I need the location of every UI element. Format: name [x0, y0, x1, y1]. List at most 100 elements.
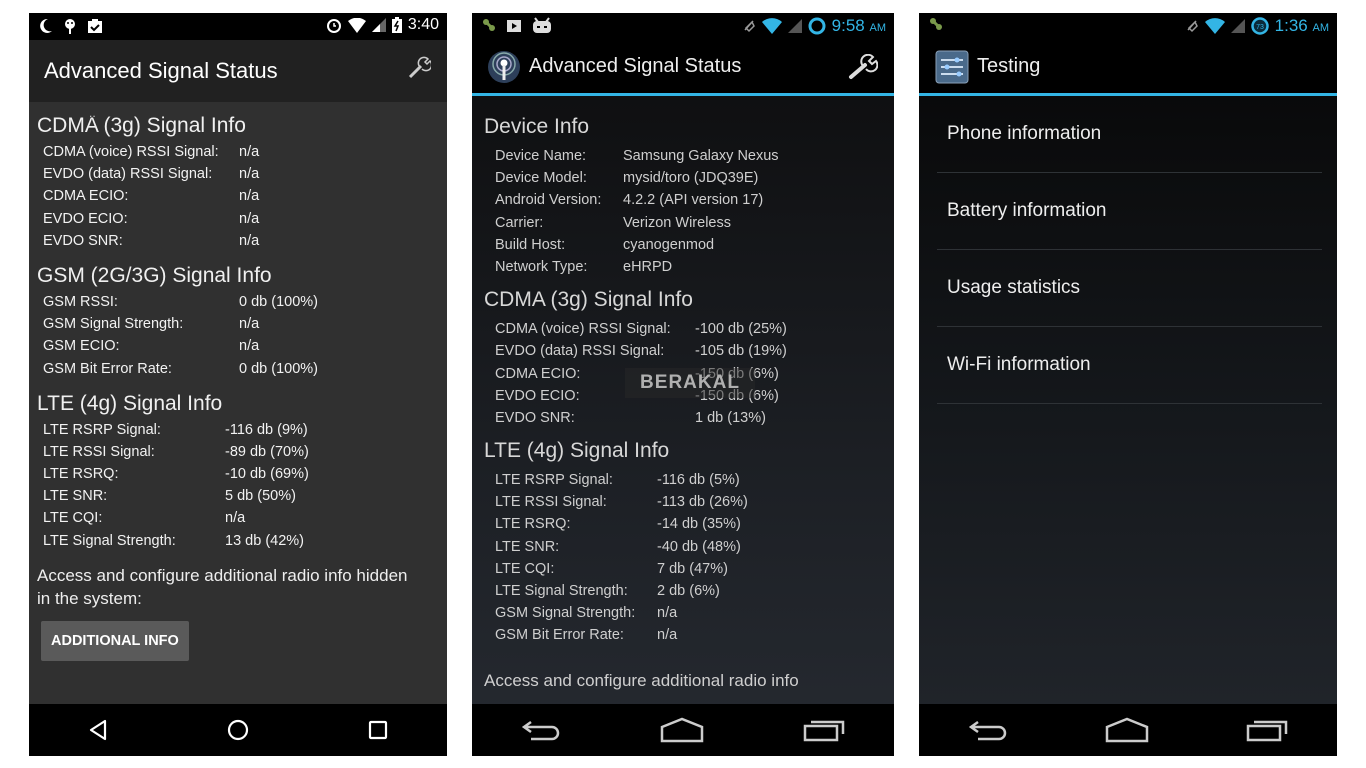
row-label: LTE CQI: [43, 510, 103, 527]
info-row: Network Type: eHRPD [484, 256, 894, 278]
alarm-icon [326, 19, 341, 33]
signal-content: Device Info Device Name: Samsung Galaxy N… [472, 105, 894, 692]
row-label: Device Name: [495, 148, 587, 164]
menu-item-phone-information[interactable]: Phone information [937, 96, 1322, 173]
row-label: EVDO (data) RSSI Signal: [495, 343, 665, 360]
row-value: -40 db (48%) [657, 538, 741, 555]
info-row: LTE RSRP Signal: -116 db (5%) [484, 469, 894, 491]
action-bar: Testing [919, 40, 1337, 96]
row-value: -89 db (70%) [225, 443, 309, 460]
info-row: Device Model: mysid/toro (JDQ39E) [484, 167, 894, 189]
row-value: -116 db (9%) [225, 421, 308, 438]
info-row: GSM Bit Error Rate: 0 db (100%) [37, 358, 447, 380]
mute-icon [1187, 20, 1198, 33]
row-value: n/a [239, 166, 260, 183]
signal-content: CDMA (3g) Signal Info CDMA (voice) RSSI … [29, 102, 447, 661]
status-bar: 9:58 AM [472, 13, 894, 40]
row-label: GSM Signal Strength: [43, 316, 184, 333]
section-gsm: GSM (2G/3G) Signal Info GSM RSSI: 0 db (1… [37, 264, 447, 380]
phone-screen-holo: 9:58 AM Advanced Signal Status Device In… [472, 13, 894, 756]
app-title: Advanced Signal Status [529, 55, 742, 77]
additional-info-button[interactable]: ADDITIONAL INFO [41, 620, 189, 661]
section-title: Device Info [484, 115, 590, 138]
cell-signal-icon [1230, 19, 1245, 33]
row-label: Android Version: [495, 192, 602, 209]
row-label: CDMA (voice) RSSI Signal: [495, 321, 671, 338]
row-label: LTE Signal Strength: [43, 532, 176, 549]
row-value: -10 db (69%) [225, 466, 309, 483]
row-value: 7 db (47%) [657, 560, 728, 577]
status-bar: 73 1:36 AM [919, 13, 1337, 40]
menu-item-usage-statistics[interactable]: Usage statistics [937, 250, 1322, 327]
row-value: -100 db (25%) [695, 321, 787, 338]
moon-icon [40, 18, 52, 33]
battery-charging-icon [391, 17, 402, 33]
clock-ampm: AM [1312, 22, 1330, 34]
row-value: n/a [239, 232, 260, 249]
row-label: LTE RSRP Signal: [495, 472, 613, 489]
back-arrow-icon[interactable] [968, 718, 1008, 742]
row-label: GSM ECIO: [43, 338, 120, 355]
signal-tower-icon [488, 50, 520, 83]
row-label: LTE SNR: [43, 488, 108, 505]
clock-ampm: AM [869, 22, 887, 34]
back-arrow-icon[interactable] [521, 718, 561, 742]
back-triangle-icon[interactable] [88, 719, 108, 741]
row-label: EVDO SNR: [43, 232, 123, 249]
row-label: LTE SNR: [495, 538, 560, 555]
info-row: LTE RSRP Signal: -116 db (9%) [37, 419, 447, 441]
additional-info-note: Access and configure additional radio in… [37, 565, 408, 608]
action-bar: Advanced Signal Status [472, 40, 894, 96]
clock: 1:36 AM [1275, 16, 1329, 36]
row-value: 13 db (42%) [225, 532, 304, 549]
info-row: LTE RSSI Signal: -89 db (70%) [37, 441, 447, 463]
row-value: 1 db (13%) [695, 409, 766, 426]
row-label: GSM RSSI: [43, 293, 118, 310]
info-row: EVDO (data) RSSI Signal: n/a [37, 163, 447, 185]
row-label: CDMA ECIO: [43, 188, 129, 205]
info-row: CDMA ECIO: n/a [37, 185, 447, 207]
section-device-info: Device Info Device Name: Samsung Galaxy N… [484, 115, 894, 278]
info-row: LTE RSRQ: -10 db (69%) [37, 463, 447, 485]
menu-item-battery-information[interactable]: Battery information [937, 173, 1322, 250]
row-value: n/a [239, 144, 260, 160]
row-label: LTE RSRQ: [495, 516, 571, 533]
info-row: GSM Signal Strength: n/a [484, 602, 894, 624]
info-row: Device Name: Samsung Galaxy Nexus [484, 145, 894, 167]
clock: 9:58 AM [832, 16, 886, 36]
info-row: LTE Signal Strength: 13 db (42%) [37, 530, 447, 552]
additional-info-note: Access and configure additional radio in… [484, 670, 799, 690]
phone-screen-testing: 73 1:36 AM Testing Phone information Bat… [919, 13, 1337, 756]
info-row: LTE RSRQ: -14 db (35%) [484, 513, 894, 535]
menu-item-wifi-information[interactable]: Wi-Fi information [937, 327, 1322, 404]
info-row: GSM Bit Error Rate: n/a [484, 624, 894, 646]
row-value: mysid/toro (JDQ39E) [623, 170, 759, 187]
section-title: LTE (4g) Signal Info [37, 391, 223, 415]
row-label: LTE RSSI Signal: [43, 443, 155, 460]
cell-signal-icon [371, 18, 386, 32]
row-value: -116 db (5%) [657, 472, 740, 489]
info-row: Build Host: cyanogenmod [484, 234, 894, 256]
navigation-bar [472, 704, 894, 756]
recents-square-icon[interactable] [368, 720, 388, 740]
clock: 3:40 [407, 16, 439, 33]
home-icon[interactable] [1105, 717, 1149, 743]
info-row: Android Version: 4.2.2 (API version 17) [484, 189, 894, 211]
info-row: EVDO ECIO: n/a [37, 208, 447, 230]
row-value: n/a [239, 338, 260, 355]
row-value: -14 db (35%) [657, 516, 741, 533]
home-icon[interactable] [660, 717, 704, 743]
recents-icon[interactable] [803, 718, 845, 742]
row-label: Device Model: [495, 170, 587, 187]
clock-time: 1:36 [1274, 16, 1308, 35]
navigation-bar [919, 704, 1337, 756]
row-value: -113 db (26%) [657, 494, 748, 511]
wrench-icon[interactable] [407, 56, 431, 80]
wrench-icon[interactable] [848, 54, 878, 80]
info-row: GSM RSSI: 0 db (100%) [37, 291, 447, 313]
recents-icon[interactable] [1246, 718, 1288, 742]
info-row: CDMA (voice) RSSI Signal: n/a [37, 141, 447, 163]
home-circle-icon[interactable] [227, 719, 249, 741]
section-title: CDMA (3g) Signal Info [484, 288, 693, 312]
section-title: GSM (2G/3G) Signal Info [37, 263, 272, 287]
